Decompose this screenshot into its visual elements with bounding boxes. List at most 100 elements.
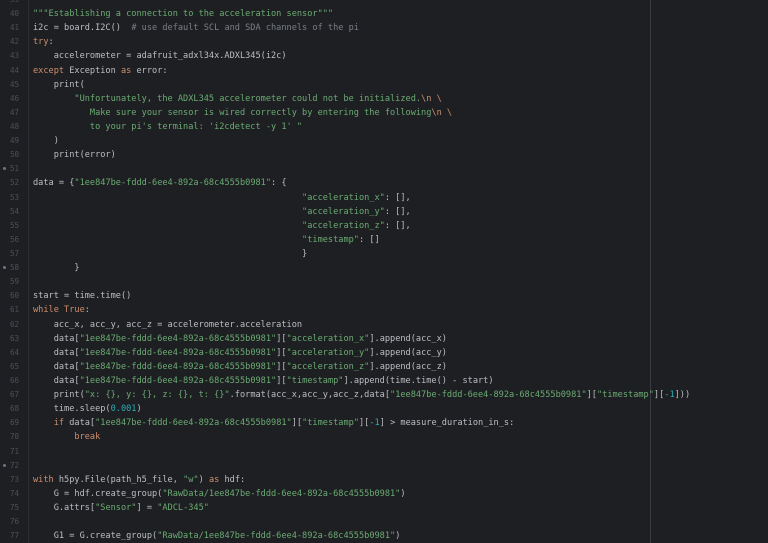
code-text[interactable]: start = time.time() — [33, 289, 131, 303]
code-line[interactable]: 57 } — [0, 247, 768, 261]
code-line[interactable]: 71 — [0, 445, 768, 459]
code-token: ) — [33, 136, 59, 147]
code-token: break — [74, 432, 101, 443]
code-text[interactable]: try: — [33, 35, 54, 49]
code-line[interactable]: 60 start = time.time() — [0, 289, 768, 303]
code-line[interactable]: 67 print("x: {}, y: {}, z: {}, t: {}".fo… — [0, 388, 768, 402]
code-token: accelerometer = adafruit_adxl34x.ADXL345… — [33, 51, 287, 62]
code-token: "acceleration_x" — [302, 192, 385, 203]
line-number: 52 — [9, 178, 19, 188]
code-text[interactable]: print(error) — [33, 148, 116, 162]
code-text[interactable]: G.attrs["Sensor"] = "ADCL-345" — [33, 501, 209, 515]
code-token: "timestamp" — [302, 418, 359, 429]
code-line[interactable]: 65 data["1ee847be-fddd-6ee4-892a-68c4555… — [0, 360, 768, 374]
code-text[interactable]: if data["1ee847be-fddd-6ee4-892a-68c4555… — [33, 416, 515, 430]
code-text[interactable]: i2c = board.I2C() # use default SCL and … — [33, 21, 359, 35]
code-text[interactable]: data = {"1ee847be-fddd-6ee4-892a-68c4555… — [33, 176, 287, 190]
code-line[interactable]: 56 "timestamp": [] — [0, 233, 768, 247]
code-text[interactable]: except Exception as error: — [33, 64, 168, 78]
code-text[interactable]: "Unfortunately, the ADXL345 acceleromete… — [33, 92, 441, 106]
code-token: "1ee847be-fddd-6ee4-892a-68c4555b0981" — [74, 178, 272, 189]
code-line[interactable]: 66 data["1ee847be-fddd-6ee4-892a-68c4555… — [0, 374, 768, 388]
code-text[interactable]: } — [33, 247, 307, 261]
code-line[interactable]: 62 acc_x, acc_y, acc_z = accelerometer.a… — [0, 318, 768, 332]
line-number: 59 — [9, 277, 19, 287]
code-text[interactable]: to your pi's terminal: 'i2cdetect -y 1' … — [33, 120, 302, 134]
code-text[interactable]: G = hdf.create_group("RawData/1ee847be-f… — [33, 487, 406, 501]
code-text[interactable]: print("x: {}, y: {}, z: {}, t: {}".forma… — [33, 388, 690, 402]
code-line[interactable]: 44 except Exception as error: — [0, 64, 768, 78]
code-line[interactable]: 68 time.sleep(0.001) — [0, 402, 768, 416]
code-token: ) — [198, 474, 209, 485]
code-line[interactable]: 61 while True: — [0, 303, 768, 317]
code-text[interactable]: data["1ee847be-fddd-6ee4-892a-68c4555b09… — [33, 346, 447, 360]
code-text[interactable]: "acceleration_x": [], — [33, 191, 411, 205]
code-line[interactable]: 49 ) — [0, 134, 768, 148]
code-line[interactable]: 42 try: — [0, 35, 768, 49]
code-token: ].append(acc_x) — [369, 333, 447, 344]
line-number: 70 — [9, 432, 19, 442]
fold-marker-icon[interactable] — [3, 463, 6, 467]
code-line[interactable]: 77 G1 = G.create_group("RawData/1ee847be… — [0, 529, 768, 543]
code-line[interactable]: 39 — [0, 0, 768, 7]
code-text[interactable]: data["1ee847be-fddd-6ee4-892a-68c4555b09… — [33, 360, 447, 374]
code-line[interactable]: 53 "acceleration_x": [], — [0, 191, 768, 205]
code-token: ) — [136, 404, 142, 415]
code-line[interactable]: 47 Make sure your sensor is wired correc… — [0, 106, 768, 120]
code-token: 0.001 — [110, 404, 137, 415]
code-line[interactable]: 76 — [0, 515, 768, 529]
code-text[interactable]: break — [33, 430, 100, 444]
code-text[interactable]: acc_x, acc_y, acc_z = accelerometer.acce… — [33, 318, 302, 332]
code-text[interactable]: "acceleration_z": [], — [33, 219, 411, 233]
line-number: 71 — [9, 446, 19, 456]
code-token: "1ee847be-fddd-6ee4-892a-68c4555b0981" — [95, 418, 292, 429]
code-line[interactable]: 58 } — [0, 261, 768, 275]
code-text[interactable]: """Establishing a connection to the acce… — [33, 7, 333, 21]
code-line[interactable]: 69 if data["1ee847be-fddd-6ee4-892a-68c4… — [0, 416, 768, 430]
code-line[interactable]: 51 — [0, 162, 768, 176]
code-line[interactable]: 72 — [0, 459, 768, 473]
code-text[interactable]: time.sleep(0.001) — [33, 402, 142, 416]
code-token: print( — [33, 79, 85, 90]
code-line[interactable]: 43 accelerometer = adafruit_adxl34x.ADXL… — [0, 49, 768, 63]
code-line[interactable]: 55 "acceleration_z": [], — [0, 219, 768, 233]
code-token: ][ — [359, 418, 370, 429]
code-editor[interactable]: 39 40 """Establishing a connection to the … — [0, 0, 768, 543]
code-line[interactable]: 46 "Unfortunately, the ADXL345 accelerom… — [0, 92, 768, 106]
code-line[interactable]: 59 — [0, 275, 768, 289]
code-token: data[ — [33, 361, 80, 372]
code-token: except — [33, 65, 70, 76]
code-line[interactable]: 48 to your pi's terminal: 'i2cdetect -y … — [0, 120, 768, 134]
code-line[interactable]: 41 i2c = board.I2C() # use default SCL an… — [0, 21, 768, 35]
code-text[interactable]: ) — [33, 134, 59, 148]
code-line[interactable]: 70 break — [0, 430, 768, 444]
code-token: """Establishing a connection to the acce… — [33, 9, 334, 20]
code-text[interactable]: Make sure your sensor is wired correctly… — [33, 106, 452, 120]
code-line[interactable]: 54 "acceleration_y": [], — [0, 205, 768, 219]
code-line[interactable]: 73 with h5py.File(path_h5_file, "w") as h… — [0, 473, 768, 487]
code-text[interactable]: "acceleration_y": [], — [33, 205, 411, 219]
code-text[interactable]: print( — [33, 78, 85, 92]
code-text[interactable]: accelerometer = adafruit_adxl34x.ADXL345… — [33, 49, 287, 63]
code-line[interactable]: 74 G = hdf.create_group("RawData/1ee847b… — [0, 487, 768, 501]
line-number: 63 — [9, 333, 19, 343]
line-number: 73 — [9, 474, 19, 484]
code-text[interactable]: } — [33, 261, 79, 275]
code-text[interactable]: while True: — [33, 303, 90, 317]
code-text[interactable]: data["1ee847be-fddd-6ee4-892a-68c4555b09… — [33, 374, 494, 388]
line-number: 55 — [9, 220, 19, 230]
code-line[interactable]: 64 data["1ee847be-fddd-6ee4-892a-68c4555… — [0, 346, 768, 360]
code-text[interactable]: with h5py.File(path_h5_file, "w") as hdf… — [33, 473, 245, 487]
code-text[interactable]: G1 = G.create_group("RawData/1ee847be-fd… — [33, 529, 401, 543]
code-text[interactable]: data["1ee847be-fddd-6ee4-892a-68c4555b09… — [33, 332, 447, 346]
code-token: ][ — [586, 390, 597, 401]
code-text[interactable]: "timestamp": [] — [33, 233, 380, 247]
code-lines[interactable]: 39 40 """Establishing a connection to the … — [0, 0, 768, 543]
code-line[interactable]: 52 data = {"1ee847be-fddd-6ee4-892a-68c45… — [0, 176, 768, 190]
code-line[interactable]: 75 G.attrs["Sensor"] = "ADCL-345" — [0, 501, 768, 515]
code-line[interactable]: 50 print(error) — [0, 148, 768, 162]
code-line[interactable]: 45 print( — [0, 78, 768, 92]
code-line[interactable]: 40 """Establishing a connection to the ac… — [0, 7, 768, 21]
code-line[interactable]: 63 data["1ee847be-fddd-6ee4-892a-68c4555… — [0, 332, 768, 346]
line-number: 69 — [9, 418, 19, 428]
